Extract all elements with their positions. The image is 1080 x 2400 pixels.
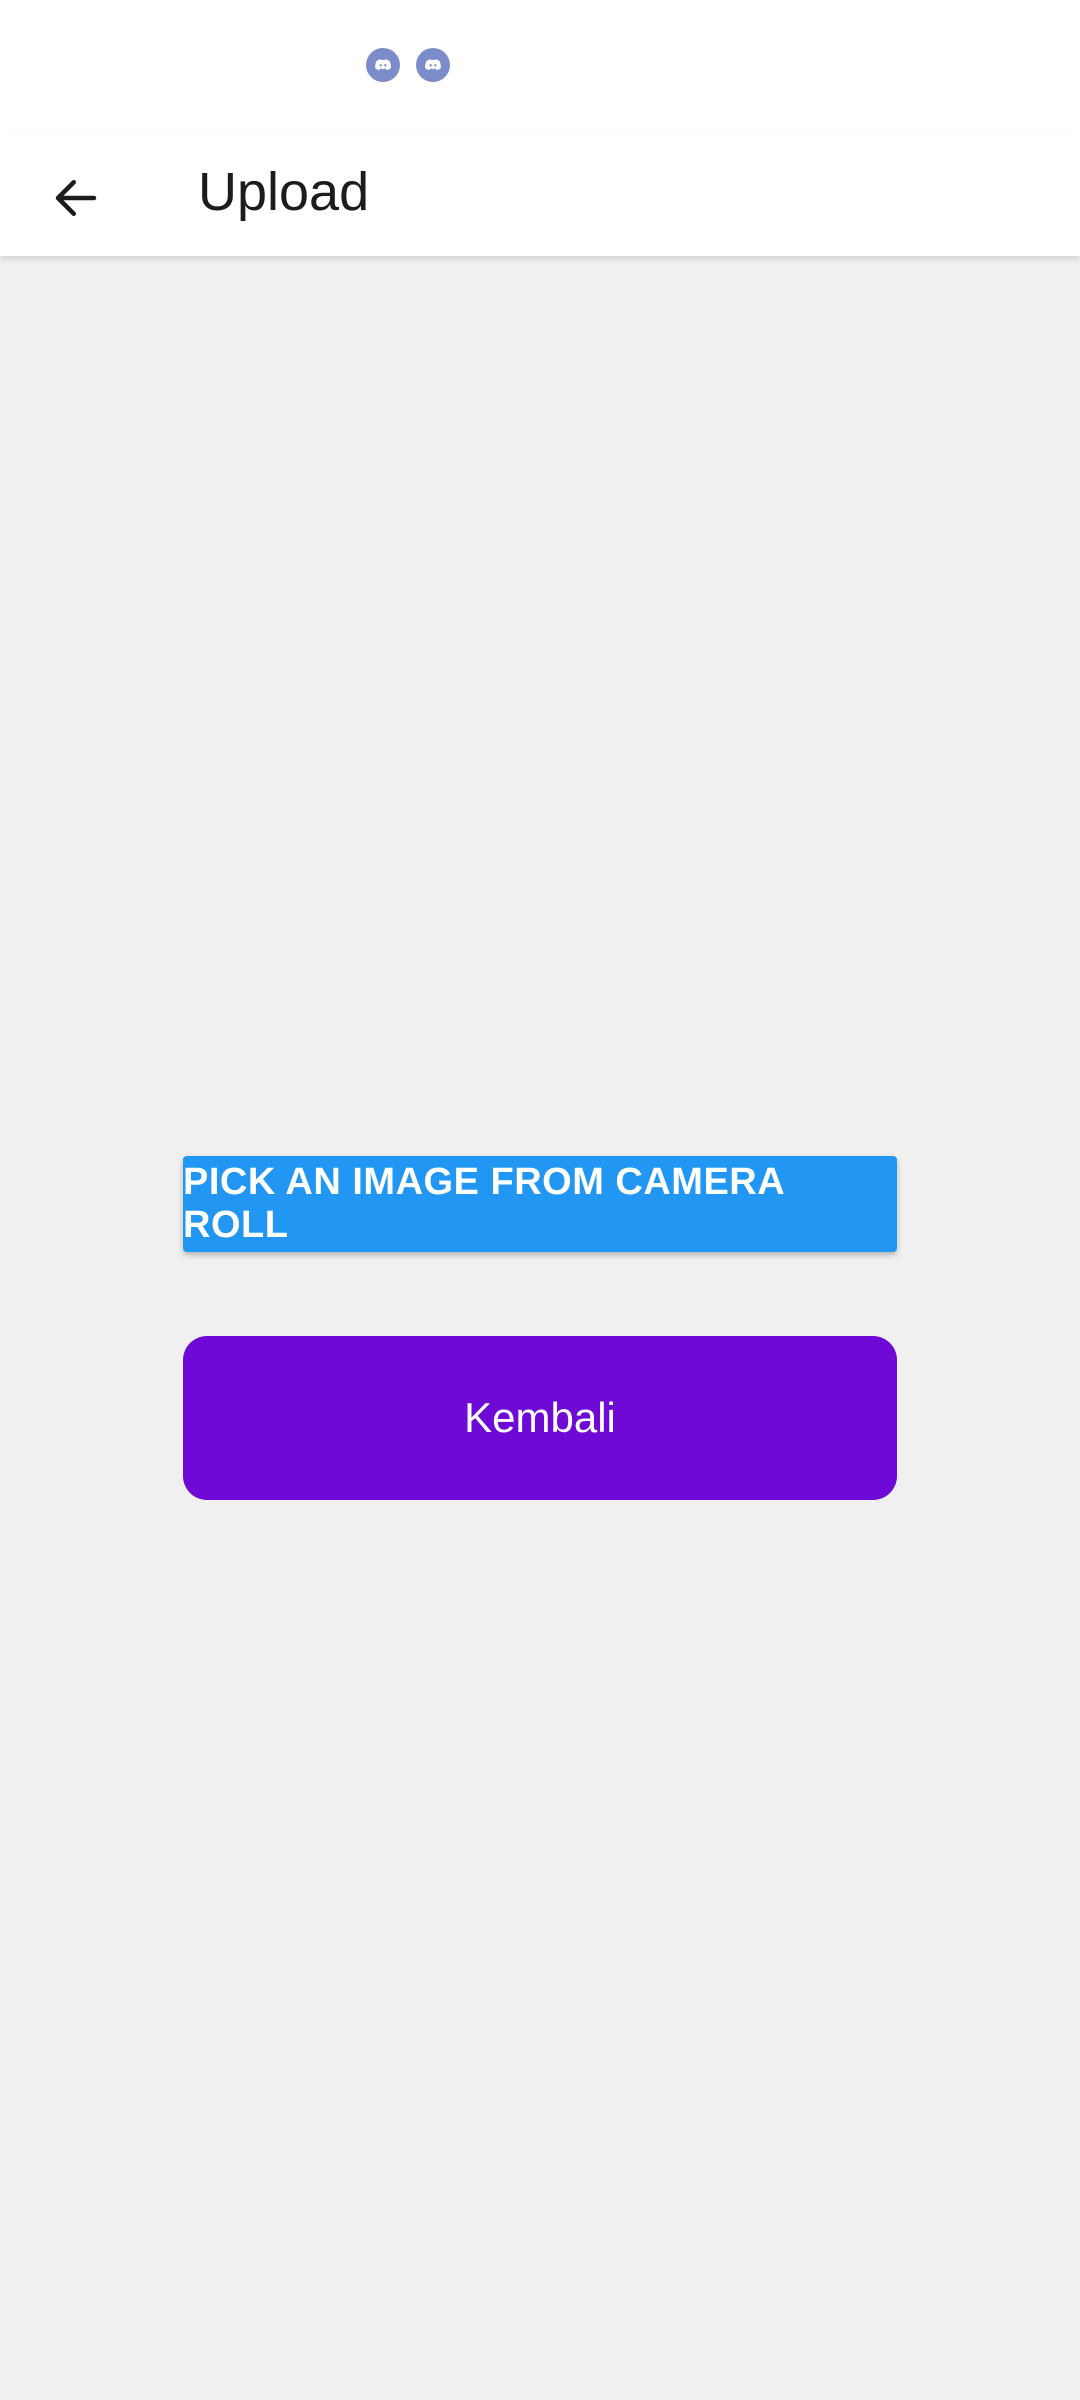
discord-icon bbox=[416, 48, 450, 82]
page-title: Upload bbox=[198, 162, 370, 222]
arrow-left-icon bbox=[55, 180, 97, 216]
discord-icon bbox=[366, 48, 400, 82]
app-bar: Upload bbox=[0, 130, 1080, 256]
discord-glyph bbox=[375, 59, 391, 71]
main-content bbox=[0, 256, 1080, 2400]
status-bar bbox=[0, 0, 1080, 130]
kembali-button[interactable]: Kembali bbox=[183, 1336, 897, 1500]
pick-image-button[interactable]: PICK AN IMAGE FROM CAMERA ROLL bbox=[183, 1156, 897, 1252]
back-button[interactable] bbox=[28, 150, 124, 246]
discord-glyph bbox=[425, 59, 441, 71]
